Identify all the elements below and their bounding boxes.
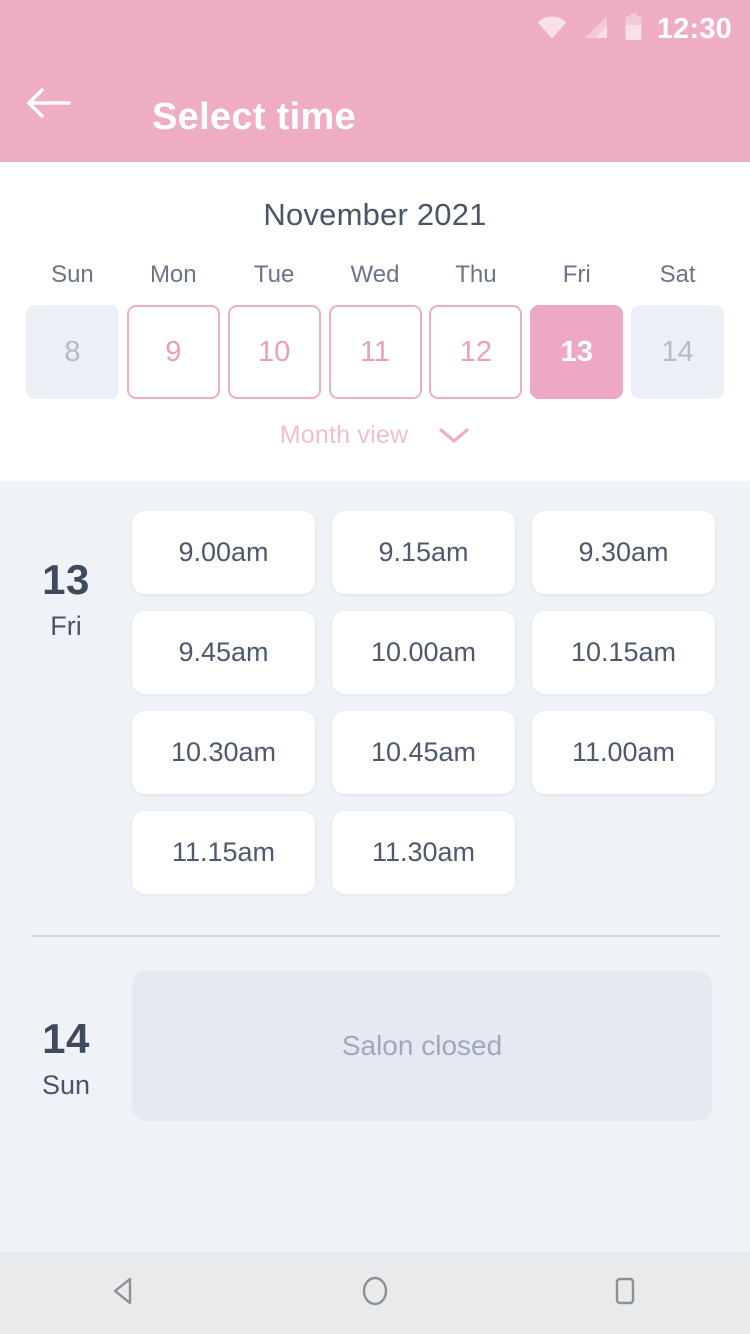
- calendar-days-row: 8 9 10 11 12 13 14: [0, 305, 750, 399]
- schedule-day-number: 14: [42, 1015, 90, 1062]
- weekday-label-sun: Sun: [51, 261, 94, 288]
- time-slot[interactable]: 9.30am: [532, 511, 715, 594]
- time-slot[interactable]: 9.45am: [132, 611, 315, 694]
- calendar-panel: November 2021 Sun Mon Tue Wed Thu Fri Sa…: [0, 162, 750, 481]
- calendar-day-12[interactable]: 12: [429, 305, 523, 399]
- calendar-day-9[interactable]: 9: [126, 305, 220, 399]
- nav-recents-button[interactable]: [565, 1252, 685, 1334]
- recents-square-icon: [608, 1274, 642, 1313]
- day-cell-wrapper: 8: [22, 305, 123, 399]
- arrow-left-icon: [25, 86, 71, 125]
- time-slot[interactable]: 11.00am: [532, 711, 715, 794]
- salon-closed-banner: Salon closed: [132, 971, 712, 1121]
- day-cell-wrapper: 9: [123, 305, 224, 399]
- cellular-signal-icon: [582, 14, 610, 45]
- time-slot[interactable]: 9.15am: [332, 511, 515, 594]
- wifi-icon: [536, 14, 568, 45]
- schedule-day-of-week: Sun: [41, 1070, 91, 1100]
- weekday-label-sat: Sat: [659, 261, 696, 288]
- calendar-month-title: November 2021: [263, 197, 487, 232]
- slots-section: 13 Fri 9.00am 9.15am 9.30am 9.45am 10.00…: [0, 481, 750, 1252]
- day-cell-wrapper: 10: [224, 305, 325, 399]
- time-slot[interactable]: 11.15am: [132, 811, 315, 894]
- android-nav-bar: [0, 1252, 750, 1334]
- weekday-label-mon: Mon: [149, 261, 197, 288]
- time-slot[interactable]: 10.45am: [332, 711, 515, 794]
- time-slot[interactable]: 10.15am: [532, 611, 715, 694]
- page-title: Select time: [152, 96, 356, 138]
- weekday-label-wed: Wed: [350, 261, 400, 288]
- month-view-label: Month view: [279, 421, 409, 449]
- schedule-day-label-14: 14 Sun: [0, 971, 132, 1099]
- weekday-label-tue: Tue: [253, 261, 295, 288]
- schedule-day-number: 13: [42, 556, 90, 603]
- time-slot[interactable]: 9.00am: [132, 511, 315, 594]
- weekday-label-thu: Thu: [455, 261, 497, 288]
- calendar-day-11[interactable]: 11: [328, 305, 422, 399]
- chevron-down-icon: [438, 426, 470, 446]
- back-button[interactable]: [0, 70, 96, 140]
- month-view-toggle[interactable]: Month view: [0, 421, 750, 450]
- schedule-day-group-13: 13 Fri 9.00am 9.15am 9.30am 9.45am 10.00…: [0, 481, 750, 894]
- weekday-label-fri: Fri: [562, 261, 591, 288]
- schedule-day-label-13: 13 Fri: [0, 511, 132, 640]
- day-cell-wrapper: 14: [627, 305, 728, 399]
- back-triangle-icon: [108, 1274, 142, 1313]
- day-cell-wrapper: 12: [425, 305, 526, 399]
- calendar-weekday-row: Sun Mon Tue Wed Thu Fri Sat: [0, 261, 750, 289]
- nav-home-button[interactable]: [315, 1252, 435, 1334]
- calendar-day-10[interactable]: 10: [227, 305, 321, 399]
- calendar-day-8: 8: [25, 305, 119, 399]
- day-cell-wrapper: 13: [526, 305, 627, 399]
- nav-back-button[interactable]: [65, 1252, 185, 1334]
- app-root: Select time 12:30 November 2021 Sun Mon …: [0, 0, 750, 1334]
- status-clock: 12:30: [656, 12, 732, 45]
- calendar-day-14: 14: [631, 305, 725, 399]
- time-slot[interactable]: 11.30am: [332, 811, 515, 894]
- home-circle-icon: [358, 1274, 392, 1313]
- time-slot-grid: 9.00am 9.15am 9.30am 9.45am 10.00am 10.1…: [132, 511, 750, 894]
- status-bar: 12:30: [0, 0, 750, 58]
- status-icons: [536, 13, 643, 46]
- time-slot[interactable]: 10.00am: [332, 611, 515, 694]
- day-cell-wrapper: 11: [325, 305, 426, 399]
- schedule-day-group-14: 14 Sun Salon closed: [0, 937, 750, 1121]
- time-slot[interactable]: 10.30am: [132, 711, 315, 794]
- calendar-day-13[interactable]: 13: [530, 305, 624, 399]
- schedule-day-of-week: Fri: [50, 611, 82, 641]
- battery-icon: [624, 13, 643, 46]
